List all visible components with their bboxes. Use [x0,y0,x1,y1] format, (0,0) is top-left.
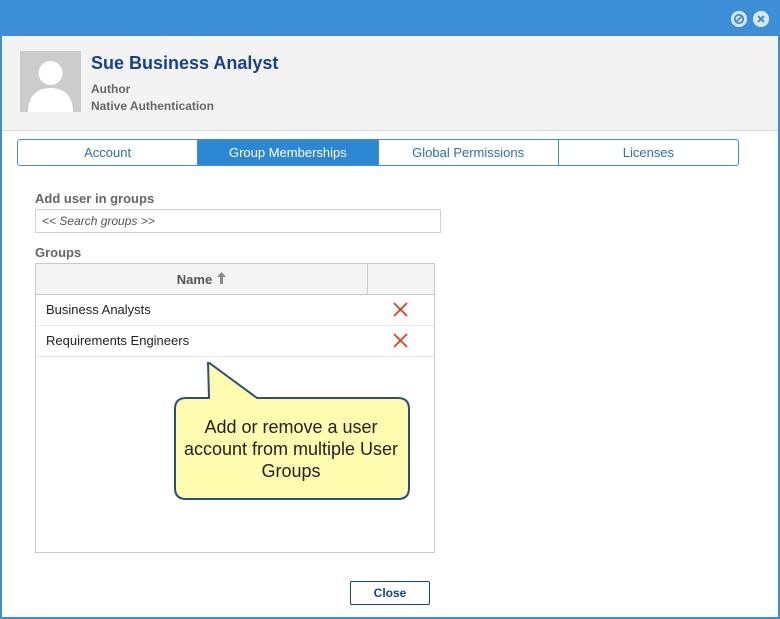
group-name: Requirements Engineers [46,333,190,348]
column-header-name[interactable]: Name [36,264,368,294]
circle-slash-icon[interactable] [731,11,747,27]
close-button[interactable]: Close [350,581,430,605]
groups-label: Groups [35,245,82,260]
close-icon[interactable] [753,11,769,27]
arrow-up-icon [217,271,227,287]
user-role: Author [91,82,131,96]
table-row[interactable]: Requirements Engineers [36,326,434,357]
user-dialog: Sue Business Analyst Author Native Authe… [0,0,780,619]
table-header: Name [36,264,434,295]
search-groups-input[interactable] [35,209,441,233]
callout-text: Add or remove a user account from multip… [183,417,399,481]
add-user-label: Add user in groups [35,191,155,206]
tab-licenses[interactable]: Licenses [559,140,738,165]
tab-global-permissions[interactable]: Global Permissions [379,140,559,165]
user-authentication: Native Authentication [91,99,214,113]
table-row[interactable]: Business Analysts [36,295,434,326]
group-name: Business Analysts [46,302,151,317]
user-header: Sue Business Analyst Author Native Authe… [2,36,778,131]
tab-group-memberships[interactable]: Group Memberships [198,140,379,165]
delete-x-icon[interactable] [392,332,409,349]
column-name-label: Name [176,271,213,287]
user-name: Sue Business Analyst [91,53,279,73]
user-silhouette-icon [20,51,81,112]
tab-account[interactable]: Account [18,140,199,165]
title-bar [2,2,778,36]
delete-x-icon[interactable] [392,301,409,318]
tab-bar: Account Group Memberships Global Permiss… [17,139,739,166]
